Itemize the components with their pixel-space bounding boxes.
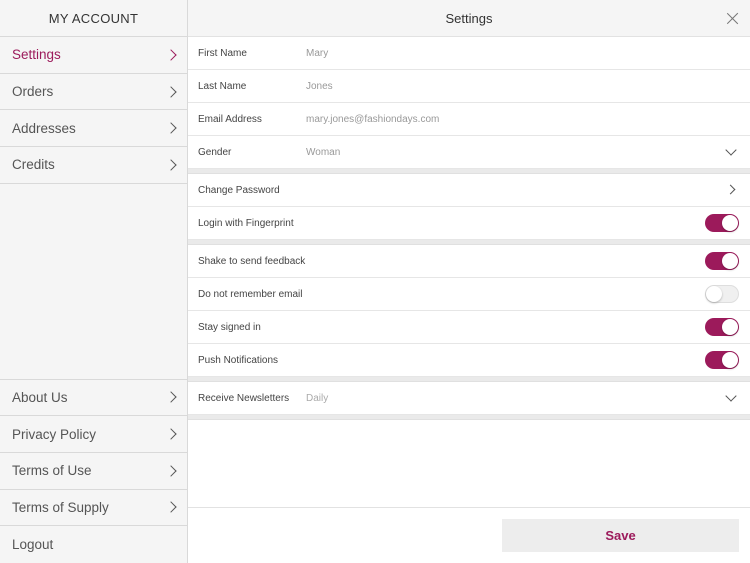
push-notifications-label: Push Notifications xyxy=(198,354,279,366)
chevron-right-icon xyxy=(165,501,177,514)
close-icon[interactable] xyxy=(726,12,739,25)
gender-label: Gender xyxy=(198,146,232,158)
sidebar-item-label: Terms of Supply xyxy=(12,499,109,515)
chevron-right-icon xyxy=(165,428,177,440)
chevron-right-icon xyxy=(165,391,177,404)
chevron-right-icon xyxy=(165,85,177,98)
gender-row[interactable]: Gender Woman xyxy=(188,136,750,169)
sidebar-top-list: Settings Orders Addresses Credits xyxy=(0,37,187,184)
first-name-field[interactable]: Mary xyxy=(306,48,328,59)
no-remember-email-label: Do not remember email xyxy=(198,288,303,300)
fingerprint-label: Login with Fingerprint xyxy=(198,217,294,229)
change-password-label: Change Password xyxy=(198,184,280,196)
last-name-field[interactable]: Jones xyxy=(306,81,333,92)
push-notifications-row: Push Notifications xyxy=(188,344,750,377)
toggle-knob xyxy=(722,352,738,368)
chevron-right-icon xyxy=(725,184,736,195)
section-divider xyxy=(188,415,750,420)
sidebar-item-settings[interactable]: Settings xyxy=(0,37,187,74)
stay-signed-in-label: Stay signed in xyxy=(198,321,261,333)
toggle-knob xyxy=(722,215,738,231)
chevron-right-icon xyxy=(165,49,177,61)
email-label: Email Address xyxy=(198,113,262,125)
panel-footer: Save xyxy=(188,507,750,563)
sidebar-item-label: Credits xyxy=(12,157,55,173)
newsletter-label: Receive Newsletters xyxy=(198,392,290,404)
panel-header: Settings xyxy=(188,0,750,37)
sidebar-item-privacy-policy[interactable]: Privacy Policy xyxy=(0,416,187,453)
sidebar: MY ACCOUNT Settings Orders Addresses Cre… xyxy=(0,0,188,563)
chevron-down-icon[interactable] xyxy=(725,144,737,156)
email-row[interactable]: Email Address mary.jones@fashiondays.com xyxy=(188,103,750,136)
first-name-row[interactable]: First Name Mary xyxy=(188,37,750,70)
sidebar-item-label: Orders xyxy=(12,84,54,100)
chevron-right-icon xyxy=(165,122,177,134)
sidebar-item-logout[interactable]: Logout xyxy=(0,526,187,563)
sidebar-item-addresses[interactable]: Addresses xyxy=(0,110,187,148)
chevron-right-icon xyxy=(165,465,177,477)
shake-feedback-label: Shake to send feedback xyxy=(198,255,306,267)
fingerprint-toggle[interactable] xyxy=(705,214,739,232)
page-title: Settings xyxy=(445,10,493,26)
sidebar-title: MY ACCOUNT xyxy=(0,0,187,37)
save-button[interactable]: Save xyxy=(502,519,739,552)
no-remember-email-toggle[interactable] xyxy=(705,285,739,303)
newsletter-select[interactable]: Daily xyxy=(306,393,328,404)
change-password-row[interactable]: Change Password xyxy=(188,174,750,207)
toggle-knob xyxy=(722,253,738,269)
newsletter-row[interactable]: Receive Newsletters Daily xyxy=(188,382,750,415)
toggle-knob xyxy=(722,319,738,335)
shake-feedback-row: Shake to send feedback xyxy=(188,245,750,278)
sidebar-item-label: Terms of Use xyxy=(12,463,92,479)
sidebar-item-terms-of-supply[interactable]: Terms of Supply xyxy=(0,490,187,527)
last-name-label: Last Name xyxy=(198,80,247,92)
push-notifications-toggle[interactable] xyxy=(705,351,739,369)
last-name-row[interactable]: Last Name Jones xyxy=(188,70,750,103)
toggle-knob xyxy=(706,286,722,302)
stay-signed-in-toggle[interactable] xyxy=(705,318,739,336)
sidebar-item-orders[interactable]: Orders xyxy=(0,74,187,111)
sidebar-item-label: Addresses xyxy=(12,120,76,136)
sidebar-item-label: About Us xyxy=(12,389,68,405)
sidebar-bottom-list: About Us Privacy Policy Terms of Use Ter… xyxy=(0,378,187,563)
chevron-right-icon xyxy=(165,159,177,171)
sidebar-item-about-us[interactable]: About Us xyxy=(0,380,187,417)
gender-select[interactable]: Woman xyxy=(306,147,340,158)
sidebar-item-label: Settings xyxy=(12,47,61,63)
sidebar-item-terms-of-use[interactable]: Terms of Use xyxy=(0,453,187,490)
no-remember-email-row: Do not remember email xyxy=(188,278,750,311)
chevron-down-icon[interactable] xyxy=(725,390,737,402)
fingerprint-row: Login with Fingerprint xyxy=(188,207,750,240)
sidebar-item-credits[interactable]: Credits xyxy=(0,147,187,184)
stay-signed-in-row: Stay signed in xyxy=(188,311,750,344)
sidebar-item-label: Logout xyxy=(12,537,54,553)
shake-feedback-toggle[interactable] xyxy=(705,252,739,270)
sidebar-item-label: Privacy Policy xyxy=(12,426,97,442)
email-field[interactable]: mary.jones@fashiondays.com xyxy=(306,114,439,125)
first-name-label: First Name xyxy=(198,47,247,59)
settings-panel: Settings First Name Mary Last Name Jones… xyxy=(188,0,750,563)
